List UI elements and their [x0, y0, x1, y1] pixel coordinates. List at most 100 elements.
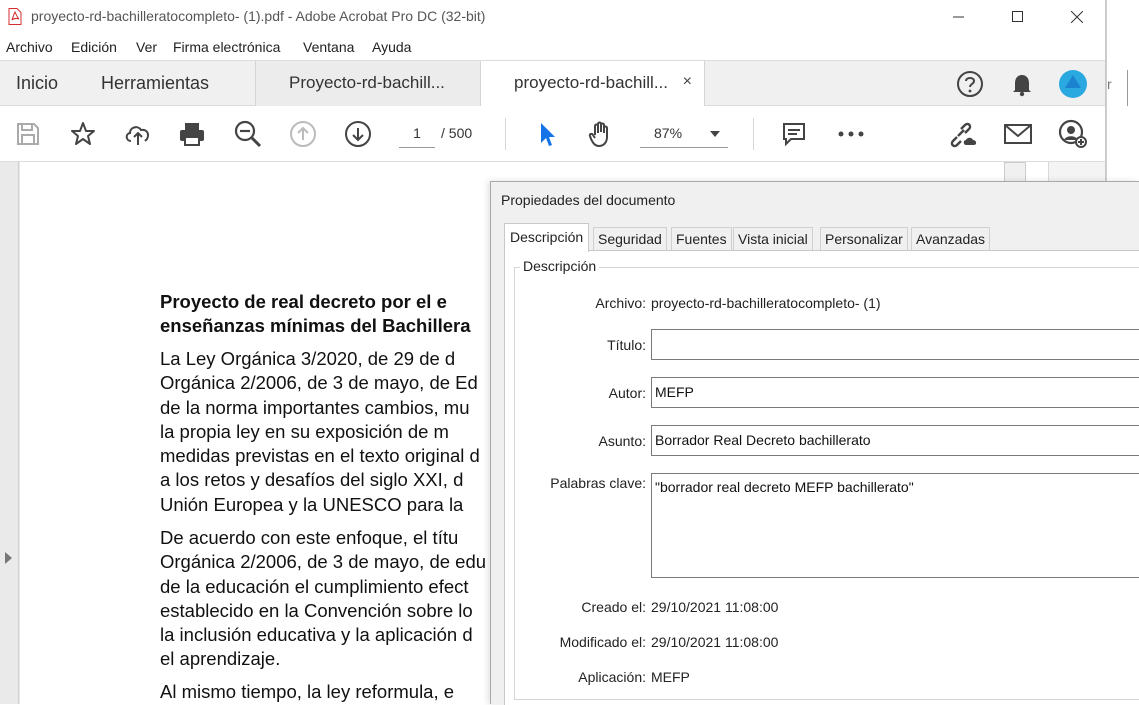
email-button[interactable]: [1001, 118, 1035, 150]
page-total: / 500: [441, 125, 473, 141]
paragraph-line: Orgánica 2/2006, de 3 de mayo, de Ed: [160, 372, 478, 394]
paragraph-line: el aprendizaje.: [160, 648, 281, 670]
close-tab-icon[interactable]: ×: [683, 73, 692, 91]
minimize-icon: [953, 16, 964, 18]
aplicacion-label: Aplicación:: [578, 669, 646, 685]
save-button[interactable]: [11, 118, 45, 150]
more-dots-icon: [838, 131, 864, 137]
paragraph-line: la inclusión educativa y la aplicación d: [160, 624, 473, 646]
menu-ventana[interactable]: Ventana: [303, 39, 354, 55]
tab-document-2-label: proyecto-rd-bachill...: [514, 73, 669, 92]
menu-ver[interactable]: Ver: [136, 39, 157, 55]
hand-icon: [588, 121, 608, 147]
envelope-icon: [1004, 124, 1032, 144]
star-icon: [71, 122, 95, 145]
menu-bar: Archivo Edición Ver Firma electrónica Ve…: [0, 34, 1105, 60]
dialog-title: Propiedades del documento: [501, 192, 676, 208]
tab-vista-inicial[interactable]: Vista inicial: [733, 227, 813, 251]
comment-icon: [783, 123, 805, 147]
paragraph-line: La Ley Orgánica 3/2020, de 29 de d: [160, 348, 456, 369]
titulo-label: Título:: [607, 337, 646, 353]
print-button[interactable]: [175, 118, 209, 150]
paragraph-line: de la educación el cumplimiento efect: [160, 575, 469, 597]
maximize-button[interactable]: [989, 0, 1047, 34]
zoom-out-button[interactable]: [231, 118, 265, 150]
document-paragraph-3: Al mismo tiempo, la ley reformula, e: [160, 681, 455, 702]
titulo-field[interactable]: [651, 329, 1139, 360]
paragraph-line: de la norma importantes cambios, mu: [160, 396, 470, 418]
link-cloud-icon: [950, 122, 977, 148]
tab-descripcion[interactable]: Descripción: [504, 223, 590, 252]
archivo-label: Archivo:: [595, 295, 646, 311]
hand-tool-button[interactable]: [584, 118, 618, 150]
document-paragraph-1: La Ley Orgánica 3/2020, de 29 de d Orgán…: [160, 347, 500, 517]
tab-herramientas[interactable]: Herramientas: [101, 73, 209, 94]
menu-archivo[interactable]: Archivo: [6, 39, 53, 55]
arrow-down-circle-icon: [345, 121, 371, 147]
paragraph-line: medidas previstas en el texto original d: [160, 445, 480, 467]
paragraph-line: a los retos y desafíos del siglo XXI, d: [160, 469, 464, 491]
left-panel-rail[interactable]: [0, 162, 19, 704]
menu-firma-electronica[interactable]: Firma electrónica: [173, 39, 280, 55]
page-number-input[interactable]: 1: [399, 122, 435, 148]
next-page-button[interactable]: [341, 118, 375, 150]
tab-seguridad[interactable]: Seguridad: [593, 227, 667, 251]
close-window-button[interactable]: [1048, 0, 1105, 34]
share-link-button[interactable]: [946, 118, 980, 150]
document-properties-dialog: Propiedades del documento Descripción Se…: [490, 181, 1139, 705]
add-user-button[interactable]: [1056, 118, 1090, 150]
title-bar: proyecto-rd-bachilleratocompleto- (1).pd…: [0, 0, 1105, 34]
menu-ayuda[interactable]: Ayuda: [372, 39, 411, 55]
upload-cloud-button[interactable]: [121, 118, 155, 150]
autor-label: Autor:: [608, 385, 646, 401]
more-tools-button[interactable]: [834, 118, 868, 150]
document-heading: Proyecto de real decreto por el e enseña…: [160, 291, 471, 336]
paragraph-line: Orgánica 2/2006, de 3 de mayo, de edu: [160, 551, 487, 573]
descripcion-panel: Descripción Archivo: proyecto-rd-bachill…: [504, 250, 1139, 705]
autor-field[interactable]: MEFP: [651, 377, 1139, 408]
notifications-bell-icon[interactable]: [1007, 69, 1037, 99]
descripcion-group: Descripción Archivo: proyecto-rd-bachill…: [514, 258, 1139, 700]
comment-button[interactable]: [777, 118, 811, 150]
help-icon[interactable]: [955, 69, 985, 99]
printer-icon: [180, 123, 204, 146]
palabras-clave-label: Palabras clave:: [550, 475, 646, 491]
modificado-label: Modificado el:: [559, 634, 646, 650]
previous-page-button[interactable]: [286, 118, 320, 150]
tab-document-2[interactable]: proyecto-rd-bachill... ×: [480, 61, 705, 107]
cloud-upload-icon: [125, 126, 150, 145]
expand-panel-arrow-icon[interactable]: [5, 552, 12, 564]
paragraph-line: la propia ley en su exposición de m: [160, 420, 449, 442]
menu-edicion[interactable]: Edición: [71, 39, 117, 55]
creado-label: Creado el:: [581, 599, 646, 615]
tab-fuentes[interactable]: Fuentes: [671, 227, 732, 251]
minimize-button[interactable]: [930, 0, 988, 34]
background-window-divider: [1127, 70, 1139, 106]
bookmark-button[interactable]: [66, 118, 100, 150]
tab-personalizar[interactable]: Personalizar: [820, 227, 908, 251]
select-tool-button[interactable]: [529, 118, 563, 150]
palabras-clave-field[interactable]: "borrador real decreto MEFP bachillerato…: [651, 473, 1139, 578]
toolbar-divider: [753, 118, 754, 150]
chevron-down-icon: [710, 131, 720, 137]
toolbar-divider: [505, 118, 506, 150]
asunto-field[interactable]: Borrador Real Decreto bachillerato: [651, 425, 1139, 456]
creado-value: 29/10/2021 11:08:00: [651, 599, 779, 615]
add-person-icon: [1058, 119, 1087, 148]
tab-bar: Inicio Herramientas Proyecto-rd-bachill.…: [0, 60, 1105, 107]
save-disk-icon: [17, 123, 39, 145]
user-avatar-icon[interactable]: [1058, 69, 1088, 99]
tab-document-1[interactable]: Proyecto-rd-bachill...: [255, 61, 480, 106]
tab-avanzadas[interactable]: Avanzadas: [911, 227, 991, 251]
acrobat-pdf-icon: [8, 8, 22, 25]
paragraph-line: De acuerdo con este enfoque, el títu: [160, 527, 459, 548]
zoom-select[interactable]: 87%: [640, 120, 728, 148]
zoom-out-magnifier-icon: [234, 120, 262, 148]
cursor-arrow-icon: [541, 123, 555, 146]
modificado-value: 29/10/2021 11:08:00: [651, 634, 779, 650]
tab-document-1-label: Proyecto-rd-bachill...: [289, 73, 445, 92]
background-window-text: r: [1107, 76, 1112, 92]
archivo-value: proyecto-rd-bachilleratocompleto- (1): [651, 295, 881, 311]
aplicacion-value: MEFP: [651, 669, 690, 685]
tab-inicio[interactable]: Inicio: [16, 73, 58, 94]
